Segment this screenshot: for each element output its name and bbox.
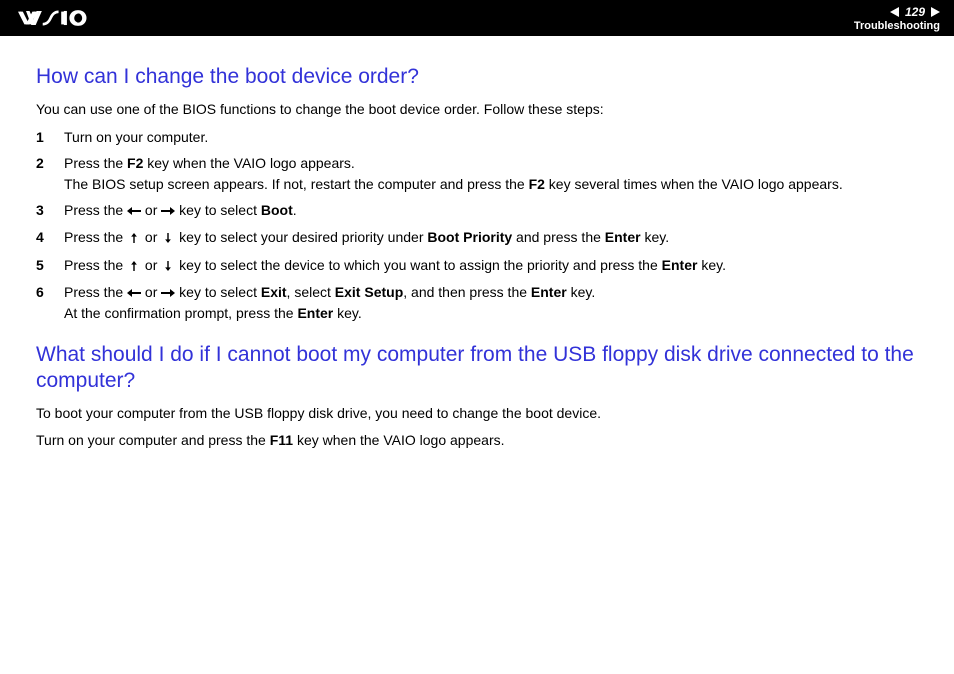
step-text: , select xyxy=(287,284,335,300)
step-text: or xyxy=(141,202,161,218)
step-2: Press the F2 key when the VAIO logo appe… xyxy=(36,153,918,194)
step-text: key when the VAIO logo appears. xyxy=(143,155,354,171)
steps-list: Turn on your computer. Press the F2 key … xyxy=(36,127,918,323)
arrow-left-icon xyxy=(127,283,141,303)
step-text: or xyxy=(141,229,161,245)
menu-label: Exit xyxy=(261,284,287,300)
step-text: key. xyxy=(641,229,670,245)
page-content: How can I change the boot device order? … xyxy=(0,36,954,450)
menu-label: Boot xyxy=(261,202,293,218)
step-text: or xyxy=(141,257,161,273)
step-text: The BIOS setup screen appears. If not, r… xyxy=(64,176,529,192)
question-2-title: What should I do if I cannot boot my com… xyxy=(36,342,918,395)
step-text: and press the xyxy=(512,229,605,245)
step-text: Press the xyxy=(64,257,127,273)
vaio-logo xyxy=(18,0,114,36)
menu-label: Exit Setup xyxy=(335,284,403,300)
arrow-right-icon xyxy=(161,283,175,303)
arrow-down-icon xyxy=(161,256,175,276)
step-text: key. xyxy=(697,257,726,273)
body-text: key when the VAIO logo appears. xyxy=(293,432,504,448)
key-label: F11 xyxy=(270,432,293,448)
step-5: Press the or key to select the device to… xyxy=(36,255,918,276)
step-1: Turn on your computer. xyxy=(36,127,918,147)
step-text: Press the xyxy=(64,284,127,300)
step-text: , and then press the xyxy=(403,284,531,300)
step-text: Press the xyxy=(64,202,127,218)
question-2-p1: To boot your computer from the USB flopp… xyxy=(36,404,918,423)
step-text: key to select xyxy=(175,202,261,218)
step-text: or xyxy=(141,284,161,300)
arrow-right-icon xyxy=(161,201,175,221)
arrow-down-icon xyxy=(161,228,175,248)
section-label: Troubleshooting xyxy=(854,20,940,32)
question-2-p2: Turn on your computer and press the F11 … xyxy=(36,431,918,450)
step-text: Turn on your computer. xyxy=(64,129,208,145)
step-6: Press the or key to select Exit, select … xyxy=(36,282,918,324)
menu-label: Boot Priority xyxy=(427,229,512,245)
arrow-up-icon xyxy=(127,228,141,248)
page-header: 129 Troubleshooting xyxy=(0,0,954,36)
key-label: F2 xyxy=(127,155,143,171)
step-text: key several times when the VAIO logo app… xyxy=(545,176,843,192)
key-label: Enter xyxy=(531,284,567,300)
step-text: At the confirmation prompt, press the xyxy=(64,305,297,321)
question-1-intro: You can use one of the BIOS functions to… xyxy=(36,100,918,119)
step-text: . xyxy=(293,202,297,218)
key-label: Enter xyxy=(297,305,333,321)
next-page-icon[interactable] xyxy=(931,7,940,17)
step-4: Press the or key to select your desired … xyxy=(36,227,918,248)
page-nav: 129 xyxy=(890,5,940,19)
step-text: Press the xyxy=(64,229,127,245)
key-label: Enter xyxy=(662,257,698,273)
key-label: Enter xyxy=(605,229,641,245)
arrow-left-icon xyxy=(127,201,141,221)
step-text: key to select the device to which you wa… xyxy=(175,257,661,273)
step-text: key. xyxy=(333,305,362,321)
step-text: key to select xyxy=(175,284,261,300)
step-text: key to select your desired priority unde… xyxy=(175,229,427,245)
step-text: Press the xyxy=(64,155,127,171)
page-number: 129 xyxy=(902,5,928,19)
arrow-up-icon xyxy=(127,256,141,276)
key-label: F2 xyxy=(529,176,545,192)
step-3: Press the or key to select Boot. xyxy=(36,200,918,221)
prev-page-icon[interactable] xyxy=(890,7,899,17)
question-1-title: How can I change the boot device order? xyxy=(36,64,918,90)
header-right: 129 Troubleshooting xyxy=(854,5,940,32)
step-text: key. xyxy=(567,284,596,300)
body-text: Turn on your computer and press the xyxy=(36,432,270,448)
